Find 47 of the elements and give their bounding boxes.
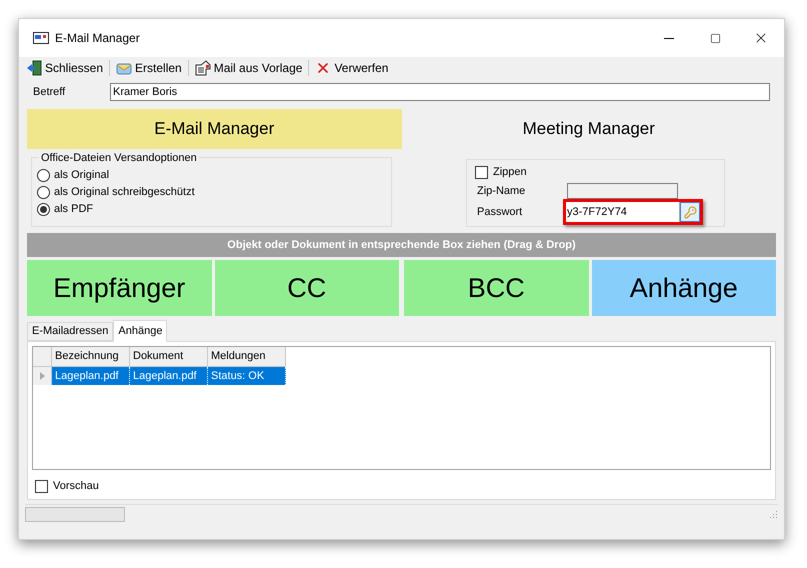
field-label: Passwort: [476, 204, 524, 220]
key-icon: [684, 206, 696, 218]
app-icon: [33, 32, 49, 44]
subject-field[interactable]: Kramer Boris: [110, 83, 770, 101]
group-title: Office-Dateien Versandoptionen: [39, 150, 199, 166]
toolbar-button[interactable]: Schliessen: [25, 59, 104, 77]
radio-button[interactable]: [37, 186, 50, 199]
toolbar-button[interactable]: Verwerfen: [314, 59, 390, 77]
checkbox-label: Vorschau: [53, 479, 99, 494]
exit-door-icon: [26, 60, 42, 76]
drop-box[interactable]: CC: [214, 260, 399, 316]
radio-button[interactable]: [37, 169, 50, 182]
table-cell: Lageplan.pdf: [130, 367, 208, 385]
drop-box[interactable]: Anhänge: [592, 260, 776, 316]
radio-button[interactable]: [37, 203, 50, 216]
drop-box[interactable]: BCC: [404, 260, 588, 316]
tab[interactable]: E-Mailadressen: [27, 322, 114, 341]
option-label: als PDF: [54, 202, 94, 218]
option-label: als Original schreibgeschützt: [54, 185, 195, 200]
table-cell: Status: OK: [208, 367, 286, 385]
field-label: Betreff: [33, 84, 66, 100]
checkbox[interactable]: [35, 480, 48, 493]
checkbox-label: Zippen: [493, 164, 527, 180]
row-header-cell[interactable]: [33, 367, 52, 385]
password-field[interactable]: y3-7F72Y74: [566, 202, 680, 222]
tab[interactable]: Anhänge: [113, 320, 168, 342]
resize-grip-icon: [768, 509, 778, 519]
checkbox[interactable]: [475, 166, 488, 178]
toolbar-button[interactable]: Mail aus Vorlage: [194, 59, 304, 77]
column-header[interactable]: Bezeichnung: [52, 347, 130, 367]
corner-header-cell[interactable]: [33, 347, 52, 367]
column-header[interactable]: Meldungen: [208, 347, 286, 367]
row-pointer-icon: [40, 372, 44, 380]
manager-tab[interactable]: E-Mail Manager: [27, 109, 402, 149]
table-row[interactable]: Lageplan.pdf Lageplan.pdf Status: OK: [33, 367, 770, 385]
maximize-icon: [710, 32, 720, 44]
field-label: Zip-Name: [476, 184, 526, 199]
mail-template-icon: [194, 60, 211, 76]
option-label: als Original: [54, 168, 110, 184]
drop-box[interactable]: Empfänger: [27, 260, 212, 316]
table-cell: Lageplan.pdf: [52, 367, 130, 385]
window-title: E-Mail Manager: [55, 30, 140, 47]
drop-hint-bar: Objekt oder Dokument in entsprechende Box ziehen (Drag & Drop): [27, 233, 776, 257]
zip-name-field[interactable]: [567, 183, 678, 199]
key-button[interactable]: [680, 202, 700, 222]
column-header[interactable]: Dokument: [130, 347, 208, 367]
toolbar-button[interactable]: Erstellen: [115, 59, 183, 77]
